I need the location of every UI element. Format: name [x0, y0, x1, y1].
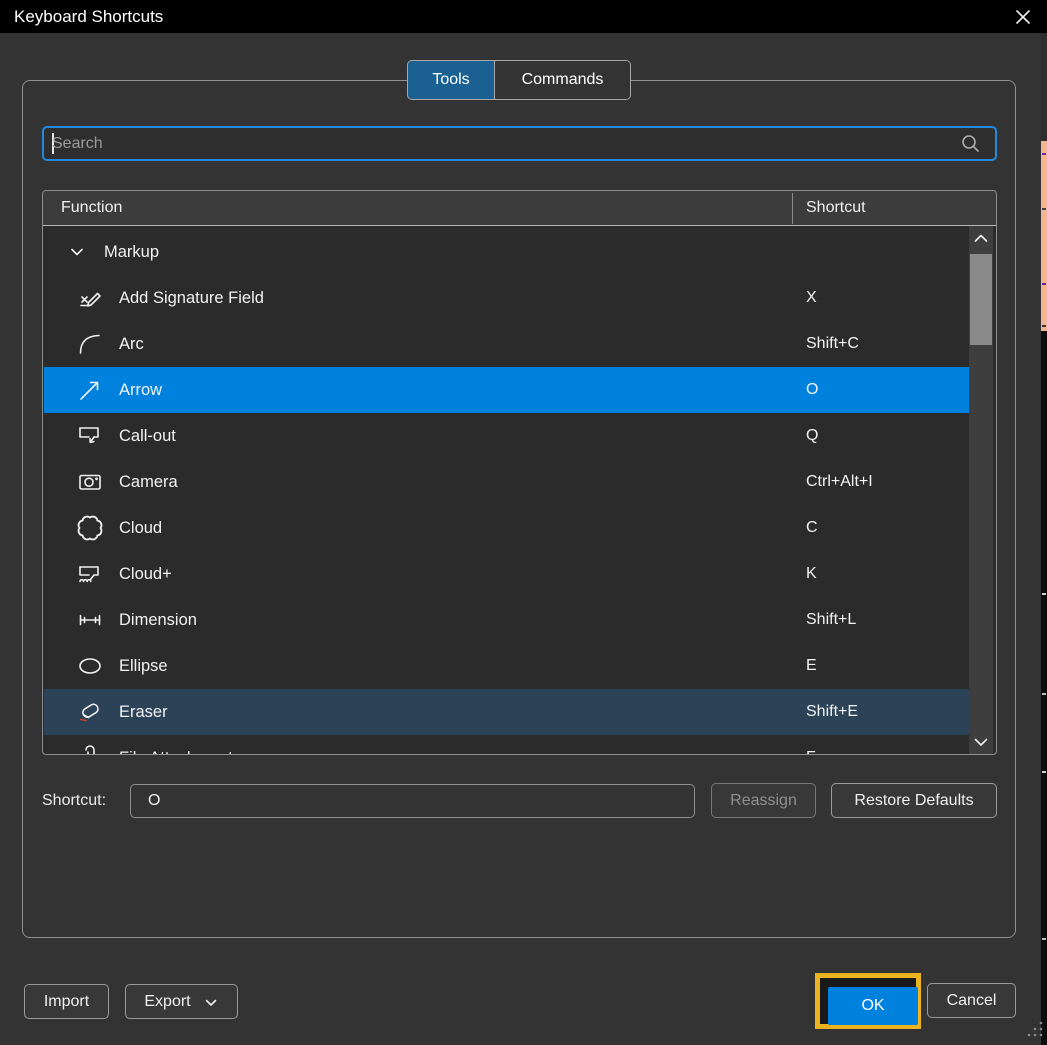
camera-icon	[76, 468, 104, 496]
search-icon	[959, 133, 981, 155]
row-label: Arc	[119, 321, 144, 367]
dialog-title: Keyboard Shortcuts	[14, 0, 163, 33]
ok-button[interactable]: OK	[828, 987, 918, 1025]
table-row-camera[interactable]: Camera Ctrl+Alt+I	[44, 459, 969, 505]
tab-commands[interactable]: Commands	[495, 61, 630, 99]
scroll-up-icon[interactable]	[969, 227, 993, 251]
row-label: Add Signature Field	[119, 275, 264, 321]
table-row-call-out[interactable]: Call-out Q	[44, 413, 969, 459]
row-shortcut: Shift+C	[806, 321, 859, 367]
reassign-button[interactable]: Reassign	[711, 783, 816, 818]
group-label: Markup	[104, 229, 159, 275]
row-label: Camera	[119, 459, 178, 505]
resize-grip[interactable]	[1024, 1018, 1046, 1040]
scroll-down-icon[interactable]	[969, 730, 993, 754]
row-shortcut: Shift+L	[806, 597, 856, 643]
table-header: Function Shortcut	[43, 191, 996, 226]
row-label: Eraser	[119, 689, 168, 735]
row-shortcut: O	[806, 367, 818, 413]
row-shortcut: F	[806, 735, 816, 755]
column-header-function[interactable]: Function	[61, 191, 122, 225]
table-row-arrow[interactable]: Arrow O	[44, 367, 969, 413]
row-shortcut: Ctrl+Alt+I	[806, 459, 873, 505]
chevron-down-icon[interactable]	[68, 243, 86, 261]
table-group-row-markup[interactable]: Markup	[44, 229, 969, 275]
file-attachment-icon	[76, 744, 104, 755]
chevron-down-icon	[203, 992, 219, 1011]
cancel-button[interactable]: Cancel	[927, 983, 1016, 1018]
scrollbar-thumb[interactable]	[970, 254, 992, 345]
column-header-shortcut[interactable]: Shortcut	[806, 191, 866, 225]
cloud-plus-icon	[76, 560, 104, 588]
column-divider[interactable]	[792, 193, 793, 224]
row-shortcut: C	[806, 505, 818, 551]
arrow-icon	[76, 376, 104, 404]
export-button-label: Export	[144, 985, 190, 1018]
add-signature-field-icon	[76, 284, 104, 312]
export-button[interactable]: Export	[125, 984, 238, 1019]
row-label: Cloud+	[119, 551, 172, 597]
row-label: File Attachment	[119, 735, 233, 755]
table-row-cloud[interactable]: Cloud C	[44, 505, 969, 551]
search-input[interactable]	[52, 128, 952, 159]
restore-defaults-button[interactable]: Restore Defaults	[831, 783, 997, 818]
row-shortcut: Shift+E	[806, 689, 858, 735]
shortcut-field-label: Shortcut:	[42, 783, 106, 818]
row-label: Arrow	[119, 367, 162, 413]
close-icon[interactable]	[1012, 6, 1034, 28]
row-label: Dimension	[119, 597, 197, 643]
row-label: Ellipse	[119, 643, 168, 689]
table-row-dimension[interactable]: Dimension Shift+L	[44, 597, 969, 643]
call-out-icon	[76, 422, 104, 450]
tab-tools[interactable]: Tools	[408, 61, 495, 99]
row-shortcut: E	[806, 643, 817, 689]
tab-strip: Tools Commands	[407, 60, 631, 100]
eraser-icon	[76, 698, 104, 726]
keyboard-shortcuts-dialog: Keyboard Shortcuts Tools Commands	[0, 0, 1047, 1045]
row-shortcut: Q	[806, 413, 818, 459]
row-shortcut: K	[806, 551, 817, 597]
search-box	[42, 126, 997, 161]
shortcut-input[interactable]: O	[130, 784, 695, 818]
background-window-sliver	[1041, 33, 1047, 1045]
row-label: Call-out	[119, 413, 176, 459]
table-row-arc[interactable]: Arc Shift+C	[44, 321, 969, 367]
row-shortcut: X	[806, 275, 817, 321]
arc-icon	[76, 330, 104, 358]
table-row-ellipse[interactable]: Ellipse E	[44, 643, 969, 689]
table-row-cloud-plus[interactable]: Cloud+ K	[44, 551, 969, 597]
table-row-file-attachment[interactable]: File Attachment F	[44, 735, 969, 755]
dialog-body: Tools Commands Function Shortcut M	[0, 33, 1041, 1045]
shortcut-input-value: O	[148, 785, 160, 817]
ok-button-highlight: OK	[815, 973, 921, 1029]
cloud-icon	[76, 514, 104, 542]
shortcuts-table: Function Shortcut Markup Add	[42, 190, 997, 755]
title-bar: Keyboard Shortcuts	[0, 0, 1047, 33]
ellipse-icon	[76, 652, 104, 680]
table-row-eraser[interactable]: Eraser Shift+E	[44, 689, 969, 735]
row-label: Cloud	[119, 505, 162, 551]
import-button[interactable]: Import	[24, 984, 109, 1019]
ok-button-frame: OK	[820, 978, 916, 1024]
vertical-scrollbar[interactable]	[969, 226, 993, 755]
dimension-icon	[76, 606, 104, 634]
table-row-add-signature-field[interactable]: Add Signature Field X	[44, 275, 969, 321]
